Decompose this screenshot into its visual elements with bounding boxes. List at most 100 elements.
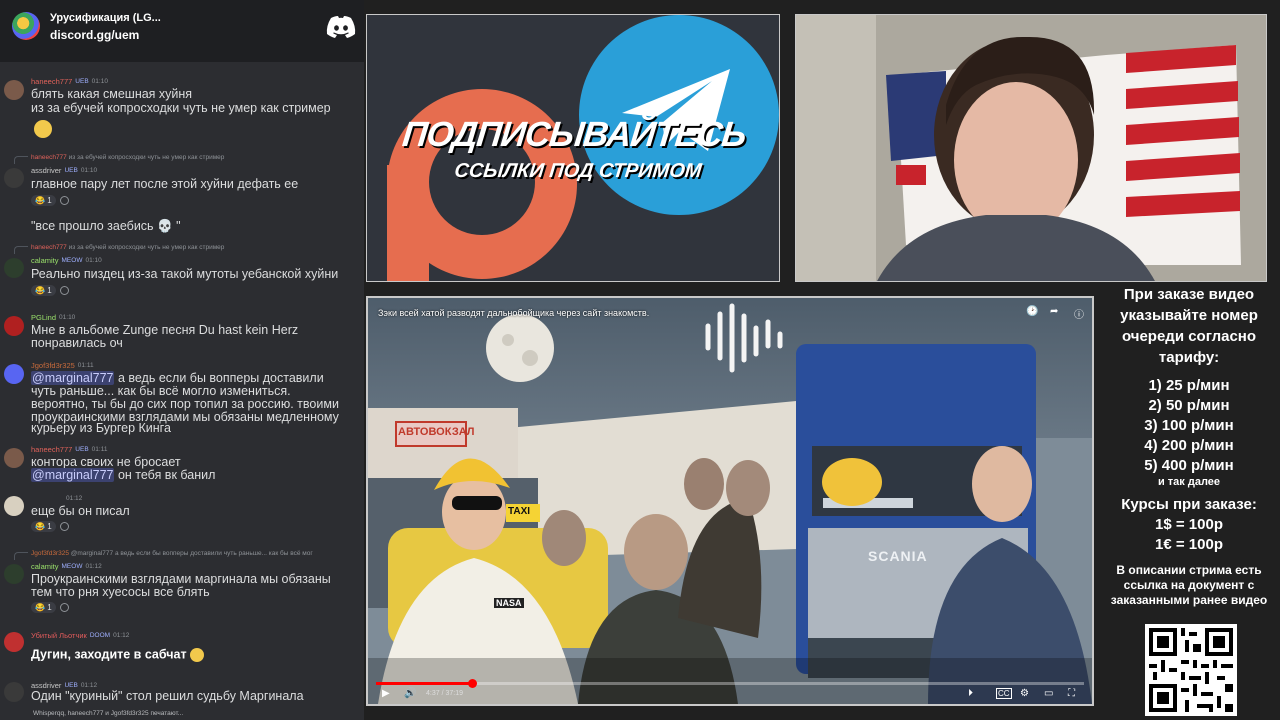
message-text: главное пару лет после этой хуйни дефать… bbox=[31, 177, 299, 191]
subscribe-subtitle: ССЫЛКИ ПОД СТРИМОМ bbox=[453, 160, 703, 182]
timestamp: 01:10 bbox=[91, 78, 108, 85]
message-text: блять какая смешная хуйня bbox=[31, 87, 193, 101]
username[interactable]: calamity bbox=[31, 256, 59, 265]
timestamp: 01:12 bbox=[113, 632, 130, 639]
role-badge: UEB bbox=[75, 446, 89, 453]
webcam-feed bbox=[795, 14, 1267, 282]
username[interactable]: haneech777 bbox=[31, 77, 72, 86]
add-reaction-icon[interactable] bbox=[59, 522, 69, 531]
qr-code[interactable] bbox=[1145, 624, 1237, 716]
server-invite-link[interactable]: discord.gg/uem bbox=[50, 28, 139, 42]
taxi-sign: TAXI bbox=[508, 506, 531, 517]
server-name: Урусификация (LG... bbox=[50, 12, 161, 24]
timestamp: 01:10 bbox=[59, 314, 76, 321]
avatar[interactable] bbox=[4, 564, 24, 584]
video-progress-bar[interactable] bbox=[376, 679, 1084, 688]
message-text: Дугин, заходите в сабчат bbox=[31, 648, 205, 662]
video-title[interactable]: Зэки всей хатой разводят дальнобойщика ч… bbox=[378, 308, 649, 318]
chat-message: 01:12 еще бы он писал 😂 1 bbox=[0, 494, 364, 534]
play-icon[interactable]: ▶ bbox=[382, 688, 390, 699]
timestamp: 01:11 bbox=[77, 362, 94, 369]
reaction-emoji-icon: 😂 bbox=[35, 286, 45, 295]
tariff-item: 2) 50 р/мин bbox=[1148, 397, 1230, 414]
role-badge: UEB bbox=[64, 682, 78, 689]
reply-preview[interactable]: haneech777 из за ебучей копросходки чуть… bbox=[31, 154, 224, 161]
chat-message: haneech777 из за ебучей копросходки чуть… bbox=[0, 152, 364, 236]
tariff-item: 3) 100 р/мин bbox=[1144, 417, 1234, 434]
username[interactable]: haneech777 bbox=[31, 445, 72, 454]
username[interactable]: Jgof3fd3r325 bbox=[31, 361, 75, 370]
subscribe-title: ПОДПИСЫВАЙТЕСЬ bbox=[400, 115, 748, 154]
tariff-item: 1) 25 р/мин bbox=[1148, 377, 1230, 394]
typing-indicator: Whisperqq, haneech777 и Jgof3fd3r325 печ… bbox=[33, 710, 184, 717]
progress-fill bbox=[376, 682, 473, 685]
add-reaction-icon[interactable] bbox=[59, 603, 69, 612]
avatar[interactable] bbox=[4, 168, 24, 188]
avatar[interactable] bbox=[4, 682, 24, 702]
chat-message: Jgof3fd3r325 01:11 @marginal777 а ведь е… bbox=[0, 360, 364, 436]
youtube-video-player[interactable]: Зэки всей хатой разводят дальнобойщика ч… bbox=[366, 296, 1094, 706]
stream-layout: Урусификация (LG... discord.gg/uem hanee… bbox=[0, 0, 1280, 720]
user-mention[interactable]: @marginal777 bbox=[31, 468, 115, 482]
tariff-etc: и так далее bbox=[1157, 476, 1221, 488]
username[interactable]: assdriver bbox=[31, 166, 61, 175]
chat-message: haneech777 UEB 01:11 контора своих не бр… bbox=[0, 444, 364, 484]
timestamp: 01:12 bbox=[85, 563, 102, 570]
reply-preview[interactable]: Jgof3fd3r325 @marginal777 а ведь если бы… bbox=[31, 550, 313, 557]
reaction-emoji-icon: 😂 bbox=[35, 196, 45, 205]
nasa-patch: NASA bbox=[494, 598, 524, 608]
chat-message: haneech777 UEB 01:10 блять какая смешная… bbox=[0, 76, 364, 146]
reaction-bar[interactable]: 😂 1 bbox=[31, 195, 69, 206]
username[interactable]: PGLind bbox=[31, 313, 56, 322]
chat-message: PGLind 01:10 Мне в альбоме Zunge песня D… bbox=[0, 312, 364, 352]
subtitles-icon[interactable]: CC bbox=[996, 688, 1012, 699]
avatar[interactable] bbox=[4, 258, 24, 278]
discord-chat-panel: Урусификация (LG... discord.gg/uem hanee… bbox=[0, 0, 364, 720]
message-text: понравилась оч bbox=[31, 336, 123, 350]
role-badge: DOOM bbox=[89, 632, 111, 639]
volume-icon[interactable]: 🔊 bbox=[404, 688, 416, 699]
add-reaction-icon[interactable] bbox=[59, 196, 69, 205]
role-badge: UEB bbox=[75, 78, 89, 85]
reaction-bar[interactable]: 😂 1 bbox=[31, 521, 69, 532]
rate-item: 1€ = 100р bbox=[1155, 536, 1223, 553]
order-info-panel: При заказе видео указывайте номер очеред… bbox=[1098, 284, 1280, 720]
autoplay-toggle-icon[interactable]: ⏵ bbox=[968, 688, 973, 699]
reaction-bar[interactable]: 😂 1 bbox=[31, 285, 69, 296]
message-text: @marginal777 он тебя вк банил bbox=[31, 468, 216, 482]
add-reaction-icon[interactable] bbox=[59, 286, 69, 295]
cast-icon[interactable]: ▭ bbox=[1044, 688, 1053, 699]
role-badge: MEOW bbox=[61, 257, 83, 264]
username[interactable]: calamity bbox=[31, 562, 59, 571]
fullscreen-icon[interactable]: ⛶ bbox=[1068, 688, 1075, 699]
timestamp: 01:12 bbox=[80, 682, 98, 689]
timestamp: 01:10 bbox=[80, 167, 98, 174]
exchange-rates: Курсы при заказе: 1$ = 100р 1€ = 100р bbox=[1098, 495, 1280, 555]
avatar[interactable] bbox=[4, 316, 24, 336]
chat-message: Убитый Льотчик DOOM 01:12 Дугин, заходит… bbox=[0, 630, 364, 664]
truck-brand: SCANIA bbox=[868, 548, 928, 564]
reaction-bar[interactable]: 😂 1 bbox=[31, 602, 69, 613]
discord-logo-icon bbox=[326, 16, 356, 38]
rates-title: Курсы при заказе: bbox=[1121, 496, 1257, 513]
order-intro-text: При заказе видео указывайте номер очеред… bbox=[1120, 286, 1258, 366]
video-frame bbox=[368, 298, 1092, 704]
avatar[interactable] bbox=[4, 80, 24, 100]
username[interactable]: Убитый Льотчик bbox=[31, 631, 87, 640]
tariff-item: 4) 200 р/мин bbox=[1144, 437, 1234, 454]
role-badge: MEOW bbox=[61, 563, 83, 570]
settings-gear-icon[interactable]: ⚙ bbox=[1020, 688, 1029, 699]
message-text: еще бы он писал bbox=[31, 504, 130, 518]
discord-default-avatar-icon[interactable] bbox=[4, 364, 24, 384]
reply-preview[interactable]: haneech777 из за ебучей копросходки чуть… bbox=[31, 244, 224, 251]
info-icon[interactable]: ⓘ bbox=[1074, 306, 1084, 321]
watch-later-icon[interactable]: 🕑 bbox=[1026, 306, 1038, 317]
avatar[interactable] bbox=[4, 496, 24, 516]
reaction-emoji-icon: 😂 bbox=[35, 603, 45, 612]
user-mention[interactable]: @marginal777 bbox=[31, 371, 115, 385]
reaction-emoji-icon: 😂 bbox=[35, 522, 45, 531]
skull-emoji-icon: 💀 bbox=[157, 219, 173, 233]
avatar[interactable] bbox=[4, 632, 24, 652]
avatar[interactable] bbox=[4, 448, 24, 468]
share-icon[interactable]: ➦ bbox=[1050, 306, 1058, 317]
